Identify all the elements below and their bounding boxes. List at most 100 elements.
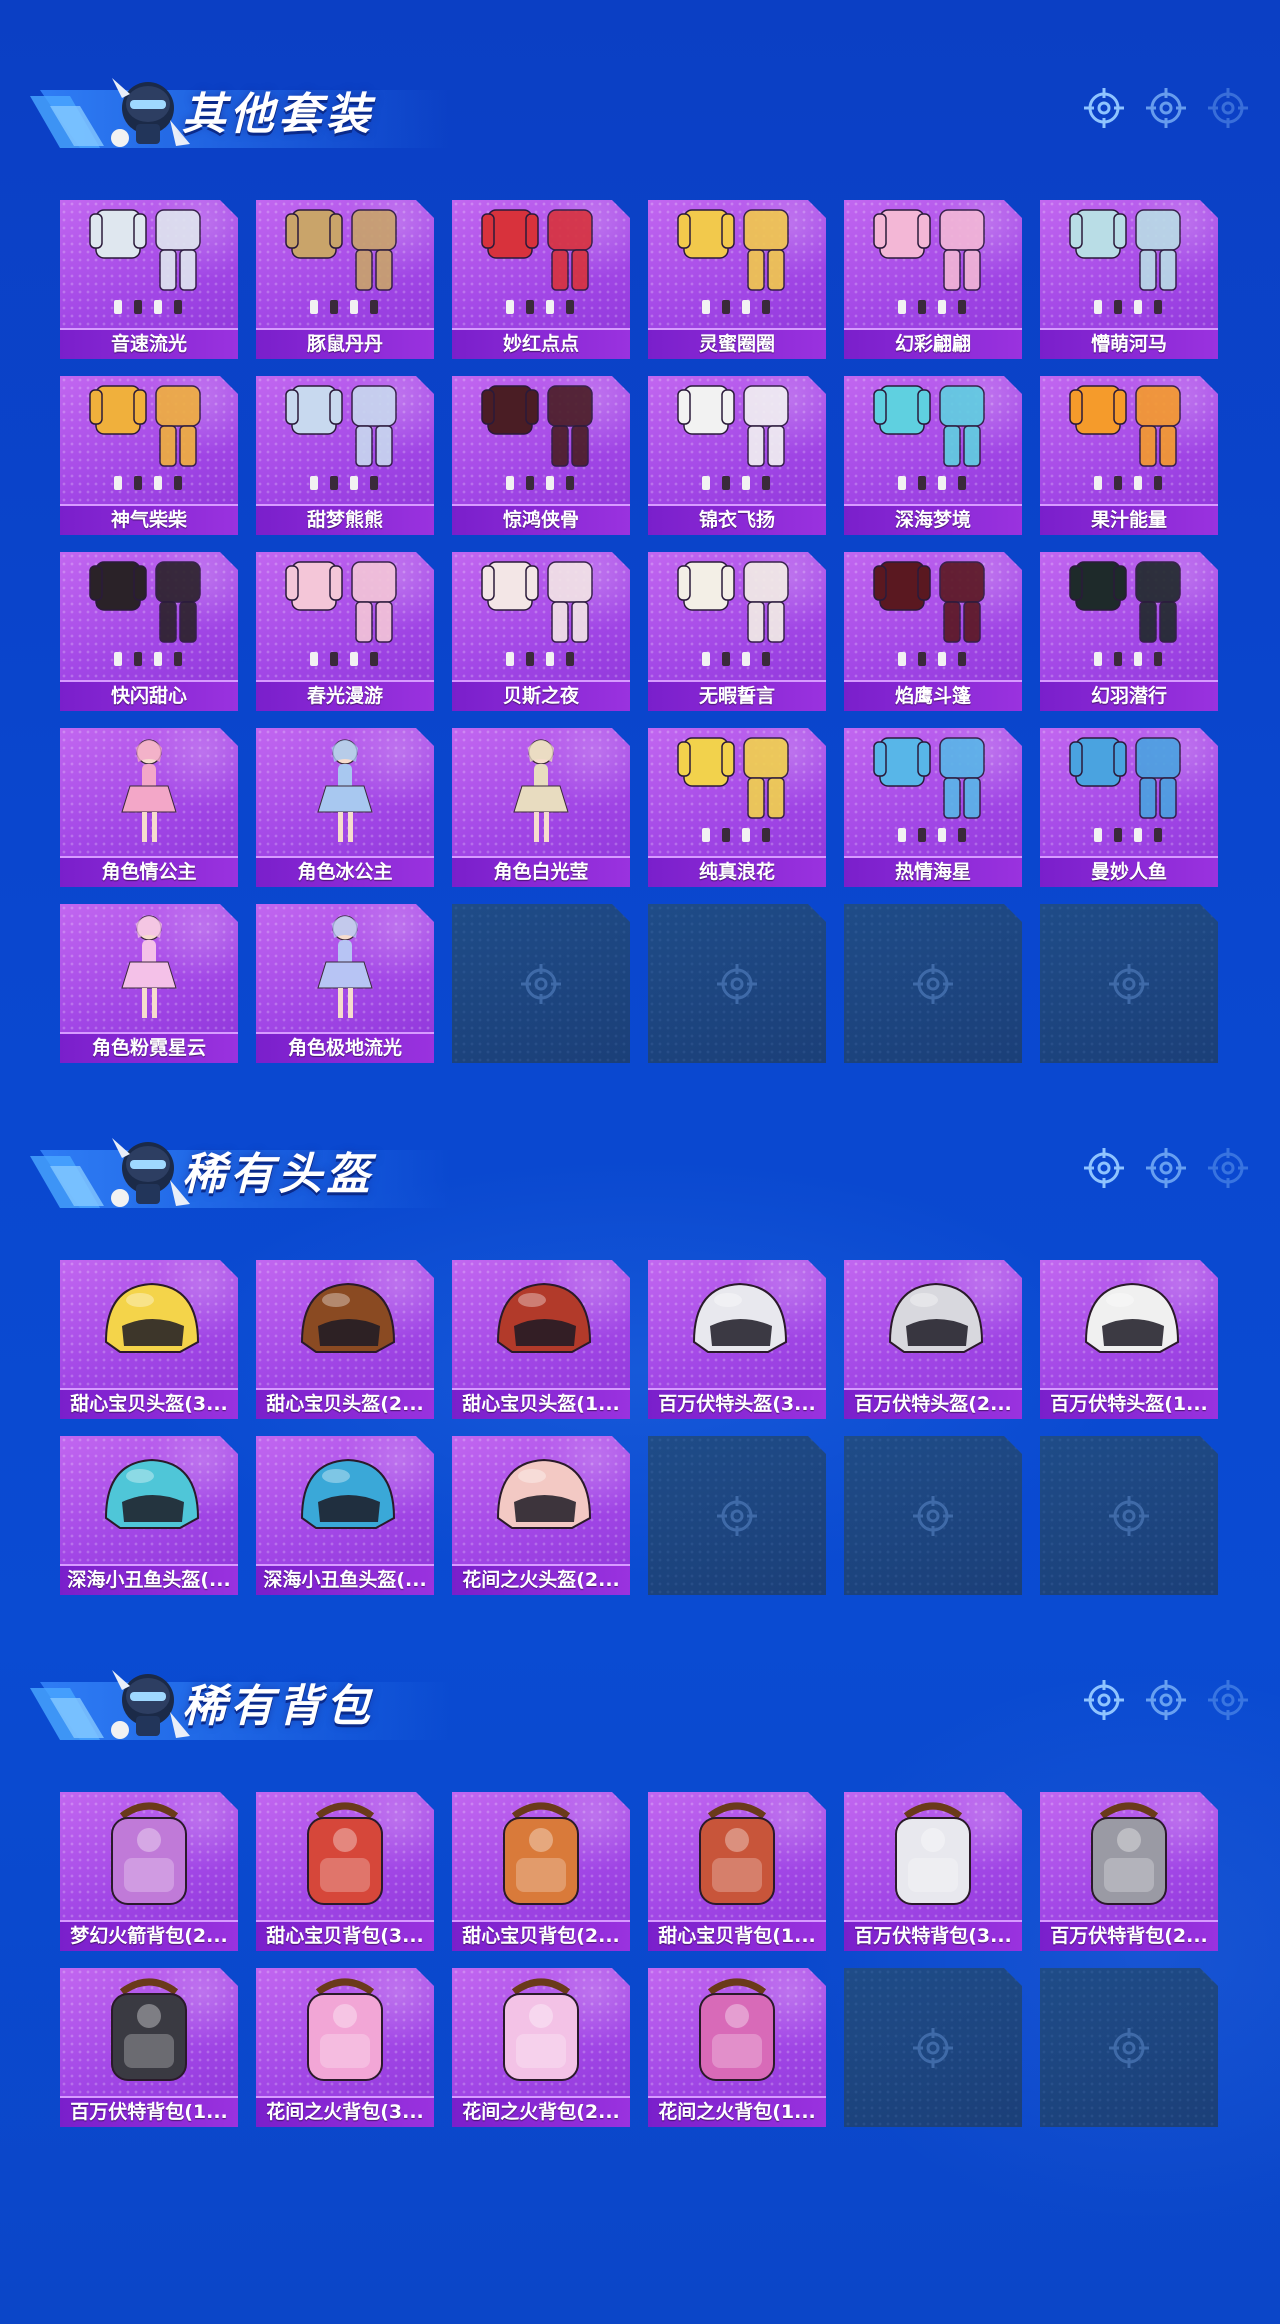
item-card[interactable]: 春光漫游 <box>256 552 434 711</box>
item-label: 曼妙人鱼 <box>1040 856 1218 887</box>
outfit-image <box>873 561 985 666</box>
item-card[interactable]: 灵蜜圈圈 <box>648 200 826 359</box>
item-card[interactable]: 花间之火背包(1... <box>648 1968 826 2127</box>
item-card[interactable]: 神气柴柴 <box>60 376 238 535</box>
item-card[interactable]: 甜心宝贝背包(1... <box>648 1792 826 1951</box>
item-card[interactable]: 角色白光莹 <box>452 728 630 887</box>
item-card[interactable]: 甜梦熊熊 <box>256 376 434 535</box>
item-card[interactable]: 百万伏特背包(2... <box>1040 1792 1218 1951</box>
item-card[interactable]: 热情海星 <box>844 728 1022 887</box>
item-card[interactable]: 甜心宝贝背包(3... <box>256 1792 434 1951</box>
item-card[interactable]: 百万伏特头盔(2... <box>844 1260 1022 1419</box>
item-label: 快闪甜心 <box>60 680 238 711</box>
item-card[interactable]: 贝斯之夜 <box>452 552 630 711</box>
item-label: 花间之火背包(2... <box>452 2096 630 2127</box>
item-card[interactable]: 深海小丑鱼头盔(... <box>60 1436 238 1595</box>
outfit-image <box>677 737 789 842</box>
item-label: 幻彩翩翩 <box>844 328 1022 359</box>
outfit-image <box>1069 737 1181 842</box>
crosshair-icon <box>521 964 561 1004</box>
empty-slot <box>648 904 826 1063</box>
crosshair-icon <box>1146 1680 1186 1720</box>
item-card[interactable]: 妙红点点 <box>452 200 630 359</box>
item-card[interactable]: 幻彩翩翩 <box>844 200 1022 359</box>
item-card[interactable]: 豚鼠丹丹 <box>256 200 434 359</box>
helmet-image <box>104 1282 200 1353</box>
item-label: 花间之火头盔(2... <box>452 1564 630 1595</box>
outfit-image <box>481 561 593 666</box>
item-card[interactable]: 百万伏特背包(3... <box>844 1792 1022 1951</box>
item-label: 灵蜜圈圈 <box>648 328 826 359</box>
item-label: 深海小丑鱼头盔(... <box>256 1564 434 1595</box>
item-card[interactable]: 纯真浪花 <box>648 728 826 887</box>
outfit-image <box>677 209 789 314</box>
item-label: 角色粉霓星云 <box>60 1032 238 1063</box>
section-header: 稀有背包 <box>0 1644 1280 1754</box>
item-label: 百万伏特背包(3... <box>844 1920 1022 1951</box>
section-title: 稀有背包 <box>182 1681 374 1732</box>
item-label: 甜心宝贝头盔(2... <box>256 1388 434 1419</box>
section-rare-backpacks: 稀有背包 梦幻火箭背包(2... 甜心宝贝背包(3... 甜心宝贝背包(2...… <box>0 1644 1280 2127</box>
helmet-image <box>888 1282 984 1353</box>
item-card[interactable]: 锦衣飞扬 <box>648 376 826 535</box>
item-label: 甜心宝贝头盔(1... <box>452 1388 630 1419</box>
item-card[interactable]: 甜心宝贝头盔(3... <box>60 1260 238 1419</box>
item-label: 花间之火背包(1... <box>648 2096 826 2127</box>
item-card[interactable]: 音速流光 <box>60 200 238 359</box>
item-card[interactable]: 百万伏特头盔(1... <box>1040 1260 1218 1419</box>
character-image <box>121 915 177 1018</box>
item-label: 音速流光 <box>60 328 238 359</box>
backpack-image <box>111 1978 187 2081</box>
item-card[interactable]: 果汁能量 <box>1040 376 1218 535</box>
crosshair-icon <box>1208 88 1248 128</box>
crosshair-icon <box>1146 1148 1186 1188</box>
item-card[interactable]: 懵萌河马 <box>1040 200 1218 359</box>
item-card[interactable]: 甜心宝贝背包(2... <box>452 1792 630 1951</box>
outfit-image <box>285 385 397 490</box>
outfit-image <box>873 737 985 842</box>
crosshair-icon <box>913 2028 953 2068</box>
item-card[interactable]: 花间之火头盔(2... <box>452 1436 630 1595</box>
crosshair-icon <box>1084 1680 1124 1720</box>
item-card[interactable]: 甜心宝贝头盔(1... <box>452 1260 630 1419</box>
item-card[interactable]: 深海小丑鱼头盔(... <box>256 1436 434 1595</box>
empty-slot <box>648 1436 826 1595</box>
backpack-image <box>307 1978 383 2081</box>
item-label: 百万伏特头盔(1... <box>1040 1388 1218 1419</box>
item-card[interactable]: 焰鹰斗篷 <box>844 552 1022 711</box>
crosshair-icon <box>1109 964 1149 1004</box>
item-card[interactable]: 惊鸿侠骨 <box>452 376 630 535</box>
item-card[interactable]: 角色极地流光 <box>256 904 434 1063</box>
item-label: 甜心宝贝背包(3... <box>256 1920 434 1951</box>
item-card[interactable]: 无暇誓言 <box>648 552 826 711</box>
item-card[interactable]: 角色情公主 <box>60 728 238 887</box>
item-card[interactable]: 角色冰公主 <box>256 728 434 887</box>
item-label: 甜梦熊熊 <box>256 504 434 535</box>
item-label: 角色冰公主 <box>256 856 434 887</box>
item-card[interactable]: 曼妙人鱼 <box>1040 728 1218 887</box>
item-label: 热情海星 <box>844 856 1022 887</box>
item-card[interactable]: 花间之火背包(2... <box>452 1968 630 2127</box>
outfit-image <box>1069 209 1181 314</box>
item-card[interactable]: 百万伏特背包(1... <box>60 1968 238 2127</box>
crosshair-icon <box>913 1496 953 1536</box>
backpack-image <box>1091 1802 1167 1905</box>
item-card[interactable]: 角色粉霓星云 <box>60 904 238 1063</box>
item-card[interactable]: 幻羽潜行 <box>1040 552 1218 711</box>
item-label: 角色情公主 <box>60 856 238 887</box>
item-label: 纯真浪花 <box>648 856 826 887</box>
item-card[interactable]: 梦幻火箭背包(2... <box>60 1792 238 1951</box>
item-card[interactable]: 甜心宝贝头盔(2... <box>256 1260 434 1419</box>
item-label: 神气柴柴 <box>60 504 238 535</box>
item-card[interactable]: 百万伏特头盔(3... <box>648 1260 826 1419</box>
outfit-image <box>1069 385 1181 490</box>
outfit-image <box>285 561 397 666</box>
helmet-image <box>1084 1282 1180 1353</box>
item-card[interactable]: 花间之火背包(3... <box>256 1968 434 2127</box>
helmet-image <box>300 1282 396 1353</box>
section-title: 稀有头盔 <box>182 1149 374 1200</box>
item-card[interactable]: 深海梦境 <box>844 376 1022 535</box>
item-card[interactable]: 快闪甜心 <box>60 552 238 711</box>
item-label: 豚鼠丹丹 <box>256 328 434 359</box>
item-label: 锦衣飞扬 <box>648 504 826 535</box>
